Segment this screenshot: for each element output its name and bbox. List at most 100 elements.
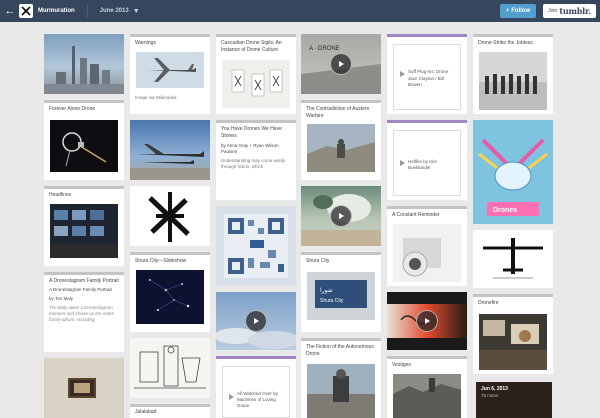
post-hellfire[interactable]: Hellfire by Kim Boekbinder [387, 120, 467, 200]
post-shura-city-slideshow[interactable]: Shura City—Slideshow [130, 252, 210, 332]
audio-player-card[interactable]: All Watched Over by Machines of Loving G… [222, 366, 290, 418]
audio-artist: Jace Clayton / Bill Bowen [408, 76, 444, 88]
post-type-strip [44, 100, 124, 103]
post-excerpt: Tim Maly takes a Dronestagram moment and… [49, 304, 115, 322]
post-drone-strike-the-jobless[interactable]: Drone-Strike the Jobless [473, 34, 553, 114]
post-type-strip [216, 34, 296, 37]
post-cascadian-drone-sigils[interactable]: Cascadian Drone Sigils: An Instance of D… [216, 34, 296, 114]
audio-title: Hellfire by Kim Boekbinder [408, 159, 438, 171]
blog-name[interactable]: Murmuration [38, 8, 75, 14]
blog-avatar[interactable] [19, 4, 33, 18]
post-warnings[interactable]: Warnings Image via Wikimedia [130, 34, 210, 114]
post-jalalabad[interactable]: Jalalabad [130, 404, 210, 418]
line-drawing-image [130, 338, 210, 398]
post-type-strip [130, 404, 210, 407]
post-video-explosion[interactable] [301, 186, 381, 246]
post-notes-count[interactable]: 75 notes [481, 393, 498, 398]
framed-photo-image [68, 378, 96, 398]
post-dronestagram-family-portrait[interactable]: A Dronestagram Family Portrait A Dronest… [44, 272, 124, 352]
post-type-strip [130, 252, 210, 255]
post-drone-sketch[interactable] [130, 338, 210, 398]
post-drone-symbol[interactable] [130, 186, 210, 246]
sign-text: Shura City [320, 298, 344, 304]
rubble-photo [393, 374, 461, 418]
voyager-probe-image [50, 120, 118, 172]
play-button[interactable] [245, 310, 267, 332]
header-divider [86, 4, 88, 18]
audio-play-icon[interactable] [399, 160, 405, 166]
join-label: Join [548, 8, 558, 14]
post-forever-alone-drone[interactable]: Forever Alone Drone [44, 100, 124, 180]
poster-title: Drones [493, 207, 517, 214]
plus-icon: + [505, 8, 510, 14]
back-arrow-icon[interactable]: ← [2, 5, 18, 17]
play-icon [425, 318, 430, 324]
post-type-strip [301, 252, 381, 255]
post-qr-code[interactable] [216, 206, 296, 286]
chevron-down-icon[interactable]: ▼ [133, 8, 140, 15]
post-contradiction-austere-warfare[interactable]: The Contradiction of Austere Warfare [301, 100, 381, 180]
post-type-strip [301, 100, 381, 103]
play-button[interactable] [416, 310, 438, 332]
operator-desk-photo [479, 314, 547, 370]
audio-title: All Watched Over by Machines of Loving G… [237, 391, 278, 409]
drone-silhouette-image [473, 230, 553, 288]
robot-street-photo [307, 364, 375, 418]
post-date: Jun 6, 2013 [481, 386, 508, 392]
post-type-strip [44, 186, 124, 189]
post-dronefire[interactable]: Dronefire [473, 294, 553, 374]
post-type-strip [130, 34, 210, 37]
play-button[interactable] [330, 53, 352, 75]
post-excerpt: Understanding may come easily through fi… [221, 157, 286, 169]
play-icon [254, 318, 259, 324]
control-room-photo [50, 204, 118, 258]
city-skyline-photo [44, 34, 124, 94]
post-drones-pony-poster[interactable]: Drones [473, 120, 553, 224]
post-all-watched-over[interactable]: All Watched Over by Machines of Loving G… [216, 356, 296, 418]
post-city-photo[interactable] [44, 34, 124, 94]
post-vestiges[interactable]: Vestiges [387, 356, 467, 418]
post-type-strip [216, 356, 296, 359]
qr-code-image [216, 206, 296, 286]
post-date-card[interactable]: Jun 6, 2013 75 notes [476, 382, 552, 418]
post-constant-reminder[interactable]: A Constant Reminder [387, 206, 467, 286]
post-framed-picture[interactable] [44, 358, 124, 418]
post-type-strip [301, 338, 381, 341]
predator-drone-image [136, 52, 204, 88]
post-fiction-autonomous-drone[interactable]: The Fiction of the Autonomous Drone [301, 338, 381, 418]
pony-drone-poster-image: Drones [473, 120, 553, 224]
post-suff-plug-ins[interactable]: Suff Plug-Ins: Drone Jace Clayton / Bill… [387, 34, 467, 114]
tumblr-logo: tumblr. [559, 6, 591, 16]
drone-logo-icon [21, 6, 31, 16]
post-video-drone-sign[interactable]: A · DRONE [301, 34, 381, 94]
post-drone-silhouette[interactable] [473, 230, 553, 288]
post-author: by Anna Gray + Ryan Wilson Paulsen [221, 142, 279, 154]
audio-play-icon[interactable] [399, 71, 405, 77]
post-drones-hangar[interactable] [130, 120, 210, 180]
sigil-posters-photo [222, 60, 290, 108]
post-type-strip [387, 206, 467, 209]
post-shura-city[interactable]: Shura City شورا Shura City [301, 252, 381, 332]
post-video-clouds[interactable] [216, 292, 296, 350]
top-bar: ← Murmuration June 2013 ▼ + Follow Join … [0, 0, 600, 22]
audio-player-card[interactable]: Suff Plug-Ins: Drone Jace Clayton / Bill… [393, 44, 461, 110]
play-button[interactable] [330, 205, 352, 227]
svg-text:شورا: شورا [320, 287, 333, 294]
shura-city-sign-photo: شورا Shura City [307, 272, 375, 320]
play-icon [339, 61, 344, 67]
post-drones-and-stones[interactable]: You Have Drones We Have Stones by Anna G… [216, 120, 296, 200]
soldiers-landscape-photo [307, 124, 375, 172]
audio-player-card[interactable]: Hellfire by Kim Boekbinder [393, 130, 461, 196]
image-caption: Image via Wikimedia [135, 95, 177, 100]
archive-month-select[interactable]: June 2013 [100, 8, 129, 14]
follow-label: Follow [511, 8, 531, 14]
post-headlines[interactable]: Headlines [44, 186, 124, 266]
post-video-arabic-text[interactable] [387, 292, 467, 350]
drone-glyph-image [130, 186, 210, 246]
post-type-strip [387, 120, 467, 123]
post-subtitle: A Dronestagram Family Portrait [49, 286, 112, 292]
join-tumblr-button[interactable]: Join tumblr. [543, 4, 596, 18]
post-type-strip [473, 34, 553, 37]
follow-button[interactable]: + Follow [500, 4, 536, 18]
audio-play-icon[interactable] [228, 394, 234, 400]
